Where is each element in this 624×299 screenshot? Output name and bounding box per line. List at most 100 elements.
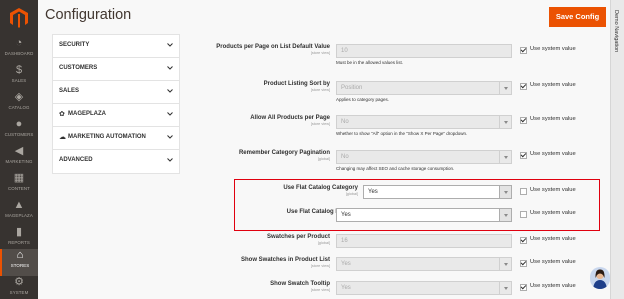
field-value: 16 xyxy=(341,238,348,244)
show-swatch-tooltip-select[interactable]: Yes xyxy=(336,281,512,295)
use-system-value-checkbox[interactable] xyxy=(520,211,527,218)
megaphone-icon: ◀ xyxy=(14,145,24,157)
allow-all-products-select[interactable]: No xyxy=(336,115,512,129)
nav-label: STORES xyxy=(10,263,30,268)
tab-sales[interactable]: SALES xyxy=(53,81,179,104)
user-icon: ● xyxy=(15,118,23,130)
nav-label: CUSTOMERS xyxy=(4,132,34,137)
field-scope: [global] xyxy=(317,241,330,245)
support-agent-icon xyxy=(593,269,607,289)
chevron-down-icon xyxy=(499,116,511,128)
chevron-down-icon xyxy=(167,112,173,116)
swatches-per-product-input[interactable]: 16 xyxy=(336,234,512,248)
field-label: Swatches per Product xyxy=(266,234,330,240)
use-system-value-checkbox[interactable] xyxy=(520,260,527,267)
field-scope: [global] xyxy=(345,192,358,196)
remember-pagination-select[interactable]: No xyxy=(336,150,512,164)
chevron-down-icon xyxy=(499,151,511,163)
nav-mageplaza[interactable]: ▲ MAGEPLAZA xyxy=(0,199,38,226)
field-scope: [store view] xyxy=(310,88,330,92)
tab-marketing-automation[interactable]: ☁ MARKETING AUTOMATION xyxy=(53,127,179,150)
field-note: Must be in the allowed values list. xyxy=(336,60,404,65)
use-system-value-checkbox[interactable] xyxy=(520,237,527,244)
nav-content[interactable]: ▦ CONTENT xyxy=(0,172,38,199)
nav-dashboard[interactable]: ◔ DASHBOARD xyxy=(0,37,38,64)
tab-label: MARKETING AUTOMATION xyxy=(68,134,146,140)
field-label: Product Listing Sort by xyxy=(263,81,330,87)
field-value: Yes xyxy=(341,212,351,218)
use-system-value-label: Use system value xyxy=(530,210,576,216)
magento-logo[interactable] xyxy=(0,0,38,36)
chevron-down-icon xyxy=(167,66,173,70)
sort-by-select[interactable]: Position xyxy=(336,81,512,95)
tab-label: SALES xyxy=(59,88,80,94)
use-system-value-checkbox[interactable] xyxy=(520,83,527,90)
nav-label: DASHBOARD xyxy=(4,51,34,56)
use-system-value-checkbox[interactable] xyxy=(520,152,527,159)
field-scope: [store view] xyxy=(310,122,330,126)
nav-marketing[interactable]: ◀ MARKETING xyxy=(0,145,38,172)
use-system-value-checkbox[interactable] xyxy=(520,47,527,54)
chevron-down-icon xyxy=(167,158,173,162)
chat-avatar[interactable] xyxy=(590,267,610,289)
nav-stores[interactable]: ⌂ STORES xyxy=(0,249,38,276)
field-label: Show Swatches in Product List xyxy=(240,257,330,263)
field-label: Remember Category Pagination xyxy=(238,150,330,156)
store-icon: ⌂ xyxy=(16,249,24,261)
use-system-value-checkbox[interactable] xyxy=(520,284,527,291)
use-system-value-label: Use system value xyxy=(530,259,576,265)
use-system-value-checkbox[interactable] xyxy=(520,117,527,124)
chevron-down-icon xyxy=(499,82,511,94)
products-per-page-input[interactable]: 10 xyxy=(336,44,512,58)
field-label: Products per Page on List Default Value xyxy=(216,44,330,50)
field-value: Yes xyxy=(341,285,351,291)
field-scope: [global] xyxy=(317,157,330,161)
demo-navigation-toggle[interactable]: Demo Navigation xyxy=(610,0,624,299)
tab-label: MAGEPLAZA xyxy=(68,111,106,117)
use-system-value-label: Use system value xyxy=(530,151,576,157)
nav-system[interactable]: ⚙ SYSTEM xyxy=(0,276,38,299)
field-note: Whether to show "All" option in the "Sho… xyxy=(336,131,468,136)
mageplaza-icon: ▲ xyxy=(13,199,25,211)
field-value: Position xyxy=(341,85,363,91)
bar-chart-icon: ▮ xyxy=(15,226,23,238)
nav-label: CATALOG xyxy=(8,105,30,110)
demo-navigation-label: Demo Navigation xyxy=(613,10,619,53)
nav-label: MARKETING xyxy=(5,159,33,164)
chevron-down-icon xyxy=(499,282,511,294)
tab-security[interactable]: SECURITY xyxy=(53,35,179,58)
app-window: ◔ DASHBOARD $ SALES ◈ CATALOG ● CUSTOMER… xyxy=(0,0,624,299)
flat-catalog-product-select[interactable]: Yes xyxy=(336,208,512,222)
gear-icon: ⚙ xyxy=(14,276,24,288)
box-icon: ◈ xyxy=(14,91,24,103)
nav-catalog[interactable]: ◈ CATALOG xyxy=(0,91,38,118)
use-system-value-label: Use system value xyxy=(530,116,576,122)
tab-label: CUSTOMERS xyxy=(59,65,98,71)
tab-customers[interactable]: CUSTOMERS xyxy=(53,58,179,81)
chevron-down-icon xyxy=(167,89,173,93)
field-scope: [store view] xyxy=(310,288,330,292)
save-config-button[interactable]: Save Config xyxy=(549,7,606,27)
field-label: Show Swatch Tooltip xyxy=(270,281,330,287)
tab-advanced[interactable]: ADVANCED xyxy=(53,150,179,173)
nav-label: MAGEPLAZA xyxy=(5,213,33,218)
show-swatches-list-select[interactable]: Yes xyxy=(336,257,512,271)
mageplaza-icon: ✿ xyxy=(59,111,65,118)
field-scope: [store view] xyxy=(310,264,330,268)
tab-label: SECURITY xyxy=(59,42,90,48)
field-value: No xyxy=(341,119,349,125)
use-system-value-label: Use system value xyxy=(530,236,576,242)
use-system-value-checkbox[interactable] xyxy=(520,188,527,195)
chevron-down-icon xyxy=(499,186,511,198)
use-system-value-label: Use system value xyxy=(530,283,576,289)
flat-catalog-category-select[interactable]: Yes xyxy=(363,185,512,199)
tab-mageplaza[interactable]: ✿ MAGEPLAZA xyxy=(53,104,179,127)
use-system-value-label: Use system value xyxy=(530,187,576,193)
nav-sales[interactable]: $ SALES xyxy=(0,64,38,91)
use-system-value-label: Use system value xyxy=(530,46,576,52)
magento-logo-icon xyxy=(10,8,28,28)
nav-customers[interactable]: ● CUSTOMERS xyxy=(0,118,38,145)
chevron-down-icon xyxy=(167,43,173,47)
cloud-icon: ☁ xyxy=(59,134,66,141)
field-value: Yes xyxy=(368,189,378,195)
